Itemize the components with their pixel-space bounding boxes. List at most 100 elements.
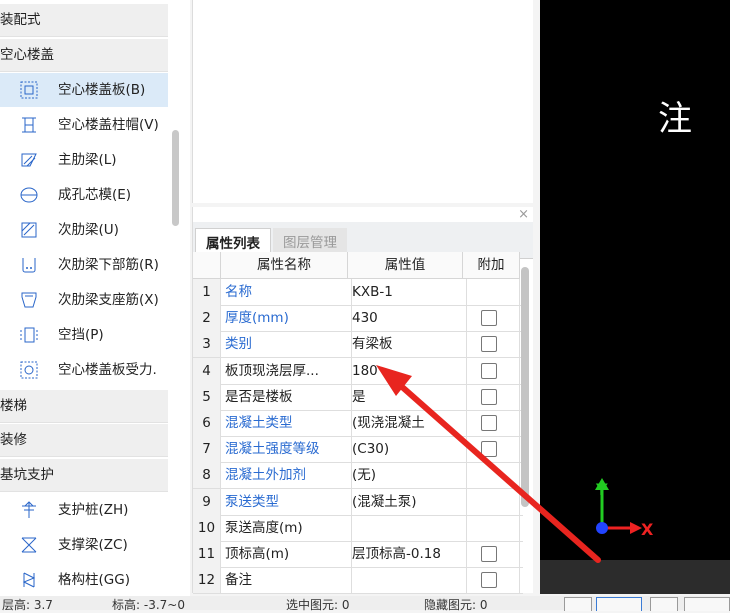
gap-icon [20, 327, 38, 343]
properties-panel: × 属性列表 图层管理 属性名称 属性值 附加 1 名称 KXB-1 2 厚度(mm) 4… [192, 207, 533, 595]
support-rebar-icon [21, 292, 37, 308]
row-index: 11 [193, 541, 221, 567]
property-row[interactable]: 1 名称 KXB-1 [193, 279, 523, 306]
tree-item[interactable]: 空心楼盖板受力. [0, 353, 168, 387]
row-index: 12 [193, 567, 221, 594]
property-name: 板顶现浇层厚... [221, 357, 352, 384]
category-decoration[interactable]: 装修 [0, 424, 168, 457]
property-name: 混凝土强度等级 [221, 436, 352, 463]
property-row[interactable]: 3 类别 有梁板 [193, 331, 523, 359]
property-value[interactable]: 430 [348, 305, 467, 332]
draw-mode-button[interactable] [684, 597, 730, 611]
property-row[interactable]: 5 是否是楼板是 [193, 383, 523, 411]
property-row[interactable]: 7 混凝土强度等级 (C30) [193, 436, 523, 464]
attach-cell [463, 514, 520, 541]
category-prefab[interactable]: 装配式 [0, 4, 168, 37]
attach-checkbox[interactable] [481, 310, 497, 327]
property-value[interactable]: 层顶标高-0.18 [348, 541, 467, 567]
axis-x-label: X [641, 520, 654, 539]
tree-item-label: 空心楼盖板受力. [58, 362, 157, 378]
lattice-column-icon [22, 572, 36, 588]
drawing-canvas[interactable]: 注 Y X [540, 0, 730, 560]
category-hollow-floor[interactable]: 空心楼盖 [0, 39, 168, 72]
property-value[interactable]: KXB-1 [348, 279, 467, 305]
category-stairs[interactable]: 楼梯 [0, 390, 168, 423]
row-index: 5 [193, 383, 221, 410]
tree-item[interactable]: 空心楼盖柱帽(V) [0, 108, 168, 142]
canvas-footer [540, 560, 730, 594]
property-row[interactable]: 9 泵送类型 (混凝土泵) [193, 488, 523, 516]
tree-item[interactable]: 空挡(P) [0, 318, 168, 352]
select-mode-button[interactable] [596, 597, 642, 611]
tree-item[interactable]: 成孔芯模(E) [0, 178, 168, 212]
property-name: 泵送类型 [221, 488, 352, 515]
status-elevation: 标高: -3.7~0 [112, 598, 185, 612]
attach-checkbox[interactable] [481, 388, 497, 405]
status-floor-height: 层高: 3.7 [2, 598, 53, 612]
property-value[interactable]: (混凝土泵) [348, 488, 467, 515]
tree-item[interactable]: 主肋梁(L) [0, 143, 168, 177]
row-index: 8 [193, 462, 221, 489]
tree-item[interactable]: 格构柱(GG) [0, 563, 168, 596]
tree-item-label: 次肋梁(U) [58, 222, 119, 238]
tree-item-label: 格构柱(GG) [58, 572, 130, 588]
tree-item-label: 次肋梁下部筋(R) [58, 257, 159, 273]
attach-checkbox[interactable] [481, 415, 497, 431]
attach-checkbox[interactable] [481, 546, 497, 562]
property-value[interactable]: (现浇混凝土 [348, 410, 467, 436]
attach-checkbox[interactable] [481, 362, 497, 379]
property-name: 泵送高度(m) [221, 514, 352, 541]
property-value[interactable]: 有梁板 [348, 331, 467, 358]
row-index: 3 [193, 331, 221, 358]
property-row[interactable]: 10 泵送高度(m) [193, 514, 523, 542]
property-value[interactable]: 180 [348, 357, 467, 384]
status-hidden: 隐藏图元: 0 [424, 598, 488, 612]
tree-scrollbar[interactable] [172, 130, 179, 226]
cross-select-button[interactable] [650, 597, 678, 611]
tree-item[interactable]: 次肋梁(U) [0, 213, 168, 247]
canvas-text-mark: 注 [658, 99, 692, 139]
tree-item[interactable]: 支撑梁(ZC) [0, 528, 168, 562]
support-pile-icon [22, 501, 36, 518]
tree-item[interactable]: 空心楼盖板(B) [0, 73, 168, 107]
property-name: 是否是楼板 [221, 383, 352, 410]
property-value[interactable]: (无) [348, 462, 467, 489]
tree-item[interactable]: 次肋梁支座筋(X) [0, 283, 168, 317]
property-row[interactable]: 8 混凝土外加剂 (无) [193, 462, 523, 490]
property-value[interactable]: 是 [348, 383, 467, 410]
row-index: 4 [193, 357, 221, 384]
property-row[interactable]: 2 厚度(mm) 430 [193, 305, 523, 333]
property-value[interactable] [348, 567, 467, 594]
close-icon[interactable]: × [518, 207, 529, 222]
row-index: 6 [193, 410, 221, 436]
property-row[interactable]: 6 混凝土类型 (现浇混凝土 [193, 410, 523, 437]
property-value[interactable] [348, 514, 467, 541]
attach-checkbox[interactable] [481, 441, 497, 458]
property-row[interactable]: 11 顶标高(m) 层顶标高-0.18 [193, 541, 523, 568]
component-list-panel [192, 0, 533, 203]
column-cap-icon [22, 117, 36, 133]
property-name: 混凝土外加剂 [221, 462, 352, 489]
tree-item-label: 成孔芯模(E) [58, 187, 132, 203]
property-row[interactable]: 4 板顶现浇层厚... 180 [193, 357, 523, 385]
snap-vertical-button[interactable] [564, 597, 592, 611]
header-attach: 附加 [463, 252, 520, 279]
attach-checkbox[interactable] [481, 336, 497, 353]
header-property-name: 属性名称 [221, 252, 348, 279]
property-value[interactable]: (C30) [348, 436, 467, 463]
row-index: 7 [193, 436, 221, 463]
property-name: 类别 [221, 331, 352, 358]
tree-item[interactable]: 支护桩(ZH) [0, 493, 168, 527]
property-row[interactable]: 12 备注 [193, 567, 523, 595]
properties-scrollbar[interactable] [521, 267, 529, 507]
row-index: 2 [193, 305, 221, 332]
row-index: 9 [193, 488, 221, 515]
property-name: 顶标高(m) [221, 541, 352, 567]
tree-item[interactable]: 次肋梁下部筋(R) [0, 248, 168, 282]
attach-cell [463, 462, 520, 489]
row-index: 1 [193, 279, 221, 305]
category-pit-support[interactable]: 基坑支护 [0, 459, 168, 492]
attach-checkbox[interactable] [481, 572, 497, 589]
support-beam-icon [21, 537, 37, 553]
axis-origin [596, 522, 608, 534]
